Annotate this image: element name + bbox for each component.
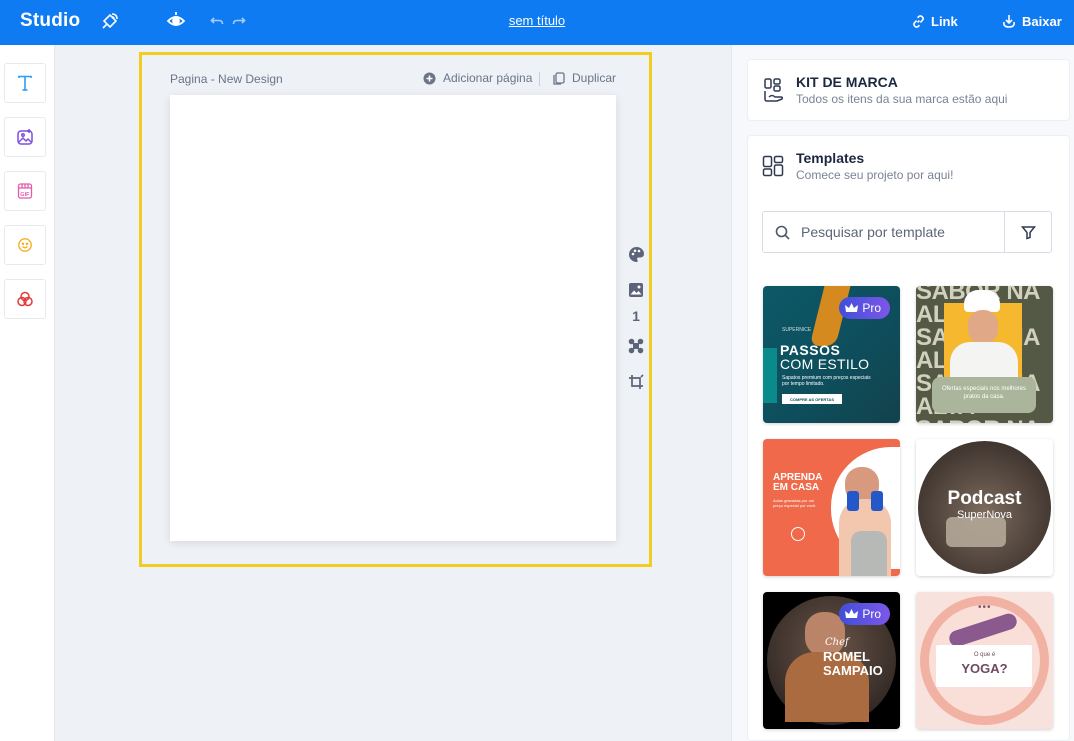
shapes-icon — [17, 291, 33, 307]
copy-icon — [553, 71, 565, 85]
svg-text:GIF: GIF — [20, 192, 30, 198]
pro-badge: Pro — [839, 603, 890, 625]
template-body: Sapatos premium com preços especiais por… — [782, 375, 871, 387]
crown-icon — [845, 609, 859, 618]
duplicate-page-button[interactable]: Duplicar — [553, 71, 616, 85]
crown-icon — [845, 303, 859, 312]
toolbar-divider — [539, 72, 540, 86]
palette-icon — [628, 246, 644, 262]
right-panel: KIT DE MARCA Todos os itens da sua marca… — [731, 45, 1074, 741]
add-page-label: Adicionar página — [443, 71, 533, 85]
template-card[interactable]: Pro SUPERNICE PASSOS COM ESTILO Sapatos … — [763, 286, 900, 423]
left-toolbar: GIF — [0, 45, 55, 741]
canvas-area: Pagina - New Design Adicionar página Dup… — [55, 45, 731, 741]
download-button[interactable]: Baixar — [1002, 12, 1062, 30]
pro-label: Pro — [862, 301, 881, 315]
template-card[interactable]: Podcast SuperNova — [916, 439, 1053, 576]
pro-badge: Pro — [839, 297, 890, 319]
template-filter-button[interactable] — [1004, 212, 1052, 252]
template-card[interactable]: SABOR NA ALTA SABOR NA ALTA SABOR NA ALT… — [916, 286, 1053, 423]
template-cta: COMPRE AS OFERTAS — [782, 394, 842, 404]
image-tool-button[interactable] — [4, 117, 46, 157]
duplicate-label: Duplicar — [572, 71, 617, 85]
templates-icon — [762, 155, 784, 177]
link-label: Link — [931, 13, 958, 29]
plus-circle-icon — [423, 72, 436, 84]
smiley-icon — [18, 238, 32, 252]
template-body: Aulas gravadas por um preço especial por… — [773, 498, 817, 508]
shapes-tool-button[interactable] — [4, 279, 46, 319]
share-link-button[interactable]: Link — [912, 12, 958, 30]
gif-tool-button[interactable]: GIF — [4, 171, 46, 211]
text-tool-button[interactable] — [4, 63, 46, 103]
page-number: 1 — [632, 308, 640, 324]
template-search-input[interactable] — [801, 224, 996, 240]
color-palette-button[interactable] — [627, 245, 645, 263]
template-headline-2: COM ESTILO — [780, 356, 870, 372]
background-image-button[interactable] — [627, 281, 645, 299]
template-card[interactable]: Pro Chef ROMEL SAMPAIO — [763, 592, 900, 729]
image-sparkle-icon — [17, 129, 33, 145]
template-question: O que é — [973, 652, 996, 658]
emoji-tool-button[interactable] — [4, 225, 46, 265]
template-bg-text: SABOR NA ALTA — [916, 418, 1053, 424]
page-label: Pagina - New Design — [170, 72, 283, 86]
brand-kit-subtitle: Todos os itens da sua marca estão aqui — [796, 92, 1008, 106]
brand-kit-title: KIT DE MARCA — [796, 74, 898, 90]
add-page-button[interactable]: Adicionar página — [423, 71, 532, 85]
pro-label: Pro — [862, 607, 881, 621]
brand-kit-card[interactable]: KIT DE MARCA Todos os itens da sua marca… — [747, 59, 1070, 121]
top-bar: Studio sem título Link Baixar — [0, 0, 1074, 45]
filter-icon — [1021, 225, 1036, 240]
gif-icon: GIF — [17, 183, 33, 199]
grid-arrange-icon — [628, 338, 644, 354]
design-page[interactable] — [170, 95, 616, 541]
template-subtitle: SuperNova — [956, 509, 1013, 521]
template-search — [762, 211, 1052, 253]
crop-button[interactable] — [627, 373, 645, 391]
download-label: Baixar — [1022, 13, 1062, 29]
arrange-button[interactable] — [627, 337, 645, 355]
template-card[interactable]: ••• O que é YOGA? — [916, 592, 1053, 729]
template-name: ROMEL — [823, 649, 870, 664]
template-card[interactable]: APRENDA EM CASA Aulas gravadas por um pr… — [763, 439, 900, 576]
templates-title: Templates — [796, 150, 865, 166]
template-title: Podcast — [947, 488, 1022, 509]
text-icon — [18, 75, 32, 91]
template-caption: Ofertas especiais nos melhores pratos da… — [932, 377, 1036, 413]
download-icon — [1003, 15, 1015, 28]
template-headline-2: EM CASA — [773, 482, 820, 493]
image-icon — [629, 283, 643, 297]
brand-kit-icon — [764, 78, 784, 102]
crop-icon — [629, 374, 644, 389]
search-icon — [775, 225, 790, 240]
link-icon — [913, 14, 924, 28]
template-brand: SUPERNICE — [782, 327, 812, 333]
templates-subtitle: Comece seu projeto por aqui! — [796, 168, 954, 182]
template-name-2: SAMPAIO — [823, 663, 883, 678]
template-title: YOGA? — [961, 661, 1008, 676]
template-script: Chef — [825, 637, 849, 648]
